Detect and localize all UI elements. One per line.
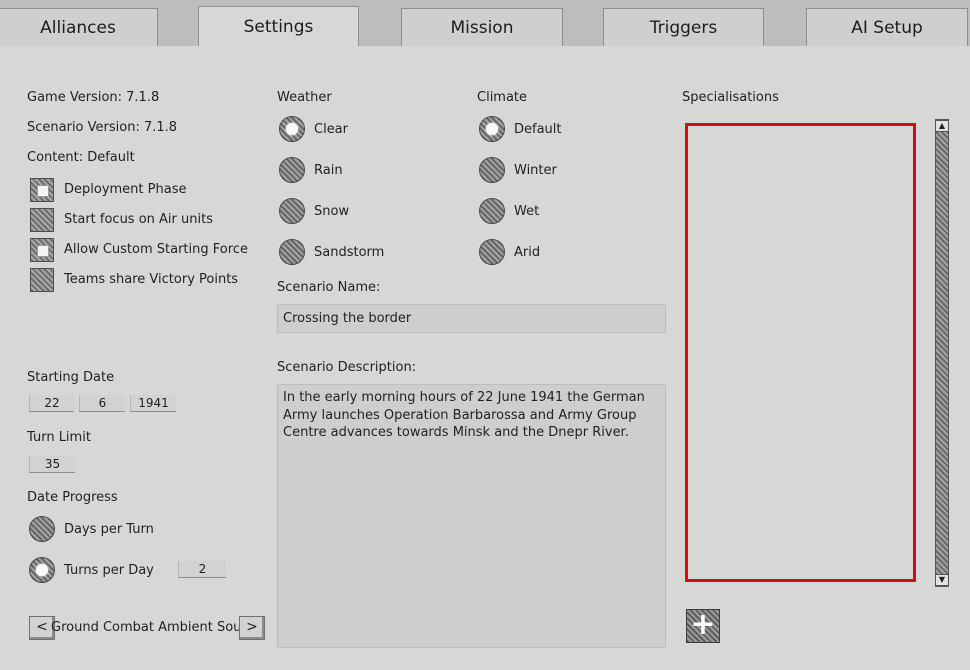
start-month-field[interactable]: 6 bbox=[79, 395, 125, 412]
start-focus-air-checkbox[interactable] bbox=[30, 208, 54, 232]
climate-winter-radio[interactable] bbox=[479, 157, 505, 183]
climate-wet-label: Wet bbox=[514, 204, 540, 219]
deployment-phase-label: Deployment Phase bbox=[64, 182, 187, 197]
scenario-name-input[interactable]: Crossing the border bbox=[277, 304, 666, 333]
weather-snow-label: Snow bbox=[314, 204, 350, 219]
tab-triggers[interactable]: Triggers bbox=[603, 8, 764, 46]
climate-winter-label: Winter bbox=[514, 163, 557, 178]
climate-default-label: Default bbox=[514, 122, 562, 137]
climate-arid-label: Arid bbox=[514, 245, 541, 260]
scenario-name-label: Scenario Name: bbox=[277, 280, 381, 295]
custom-starting-force-label: Allow Custom Starting Force bbox=[64, 242, 248, 257]
add-specialisation-button[interactable]: + bbox=[686, 609, 720, 643]
weather-label: Weather bbox=[277, 90, 332, 105]
turns-per-day-radio[interactable] bbox=[29, 557, 55, 583]
weather-rain-radio[interactable] bbox=[279, 157, 305, 183]
ambient-sound-next-button[interactable]: > bbox=[239, 616, 265, 640]
climate-arid-radio[interactable] bbox=[479, 239, 505, 265]
turns-per-day-label: Turns per Day bbox=[64, 563, 154, 578]
turn-limit-label: Turn Limit bbox=[27, 430, 91, 445]
weather-sandstorm-radio[interactable] bbox=[279, 239, 305, 265]
start-day-field[interactable]: 22 bbox=[29, 395, 74, 412]
turn-limit-field[interactable]: 35 bbox=[29, 456, 75, 473]
tab-settings[interactable]: Settings bbox=[198, 6, 359, 47]
date-progress-label: Date Progress bbox=[27, 490, 118, 505]
start-year-field[interactable]: 1941 bbox=[130, 395, 176, 412]
climate-label: Climate bbox=[477, 90, 528, 105]
tab-mission[interactable]: Mission bbox=[401, 8, 563, 46]
ambient-sound-label: Ground Combat Ambient Sound bbox=[51, 620, 239, 635]
scroll-up-icon[interactable]: ▲ bbox=[935, 120, 949, 132]
plus-icon: + bbox=[690, 607, 716, 642]
starting-date-label: Starting Date bbox=[27, 370, 115, 385]
deployment-phase-checkbox[interactable] bbox=[30, 178, 54, 202]
scenario-version: Scenario Version: 7.1.8 bbox=[27, 120, 178, 135]
content-label: Content: Default bbox=[27, 150, 135, 165]
weather-snow-radio[interactable] bbox=[279, 198, 305, 224]
days-per-turn-label: Days per Turn bbox=[64, 522, 154, 537]
weather-clear-label: Clear bbox=[314, 122, 348, 137]
tab-bar: Alliances Settings Mission Triggers AI S… bbox=[0, 0, 970, 47]
scenario-description-label: Scenario Description: bbox=[277, 360, 417, 375]
tab-ai-setup[interactable]: AI Setup bbox=[806, 8, 968, 46]
weather-rain-label: Rain bbox=[314, 163, 343, 178]
custom-starting-force-checkbox[interactable] bbox=[30, 238, 54, 262]
tab-alliances[interactable]: Alliances bbox=[0, 8, 158, 46]
share-victory-points-checkbox[interactable] bbox=[30, 268, 54, 292]
specialisations-scrollbar[interactable]: ▲ ▼ bbox=[935, 119, 949, 587]
specialisations-label: Specialisations bbox=[682, 90, 779, 105]
share-victory-points-label: Teams share Victory Points bbox=[64, 272, 239, 287]
turns-per-day-field[interactable]: 2 bbox=[178, 561, 226, 578]
days-per-turn-radio[interactable] bbox=[29, 516, 55, 542]
scenario-description-textarea[interactable]: In the early morning hours of 22 June 19… bbox=[277, 384, 666, 648]
specialisations-list[interactable] bbox=[685, 123, 916, 582]
game-version: Game Version: 7.1.8 bbox=[27, 90, 160, 105]
weather-clear-radio[interactable] bbox=[279, 116, 305, 142]
scroll-down-icon[interactable]: ▼ bbox=[935, 574, 949, 586]
climate-default-radio[interactable] bbox=[479, 116, 505, 142]
weather-sandstorm-label: Sandstorm bbox=[314, 245, 385, 260]
start-focus-air-label: Start focus on Air units bbox=[64, 212, 213, 227]
climate-wet-radio[interactable] bbox=[479, 198, 505, 224]
